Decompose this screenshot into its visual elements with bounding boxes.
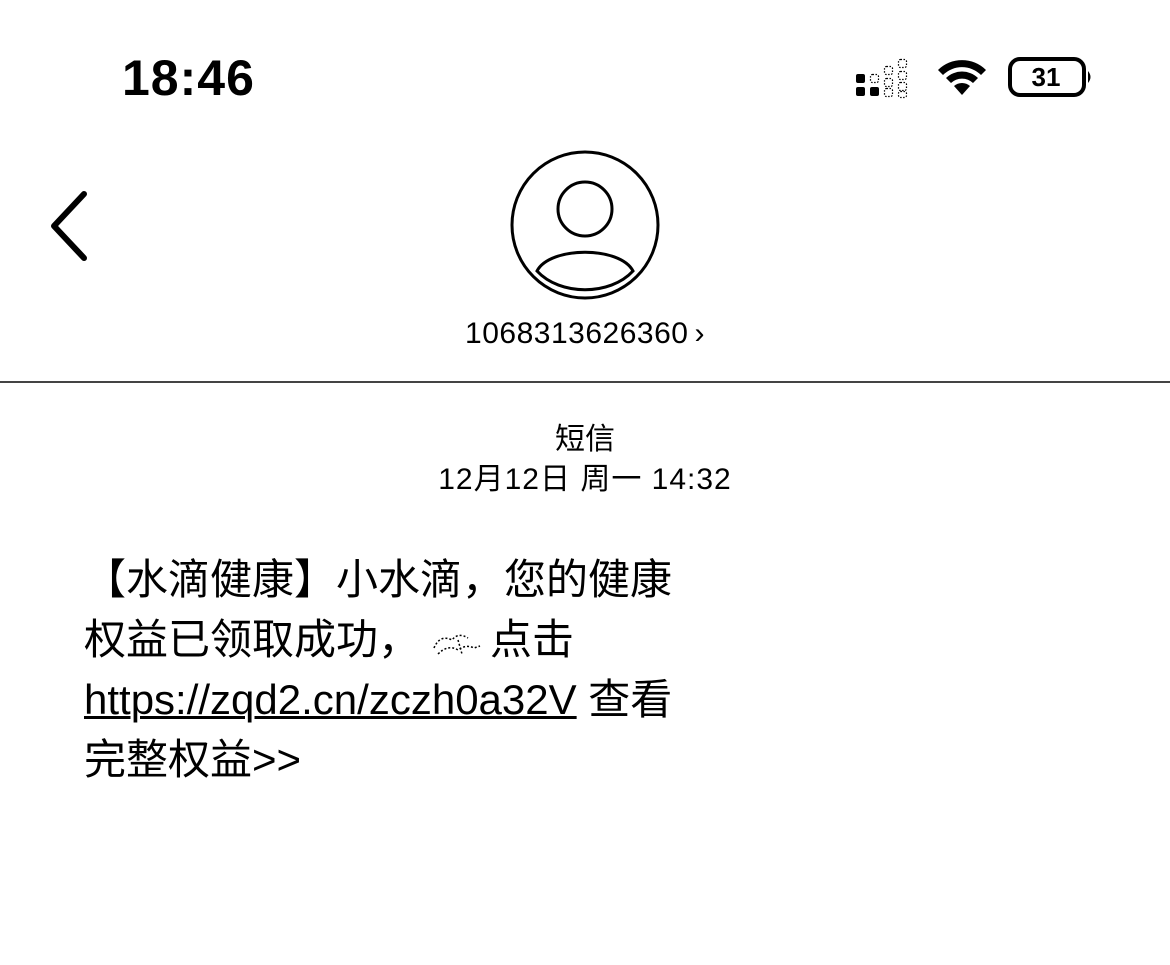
- message-text: 查看: [576, 676, 673, 723]
- message-line: 完整权益>>: [84, 736, 302, 783]
- cellular-signal-icon: [856, 58, 908, 99]
- message-timestamp: 12月12日 周一 14:32: [438, 463, 732, 496]
- sparkle-icon: [433, 634, 481, 655]
- message-line: https://zqd2.cn/zczh0a32V 查看: [84, 670, 844, 730]
- messages-screen: 18:46 31 1068313626360 › 短信 12月12日 周一 14…: [0, 0, 1170, 965]
- contact-number: 1068313626360: [465, 317, 689, 350]
- message-bubble[interactable]: 【水滴健康】小水滴，您的健康 权益已领取成功， 点击 https://zqd2.c…: [84, 550, 844, 790]
- person-avatar-icon[interactable]: [510, 150, 660, 300]
- chevron-left-icon: [51, 191, 87, 261]
- chevron-right-icon: ›: [694, 317, 705, 350]
- message-text: 权益已领取成功，: [84, 616, 421, 663]
- header-divider: [0, 381, 1170, 383]
- wifi-icon: [938, 60, 986, 95]
- message-text: 点击: [490, 616, 575, 663]
- back-button[interactable]: [40, 188, 100, 264]
- message-line: 权益已领取成功， 点击: [84, 610, 844, 670]
- service-label: 短信: [555, 423, 615, 456]
- status-icons: 31: [852, 56, 1098, 102]
- battery-level: 31: [1031, 62, 1061, 92]
- message-line: 【水滴健康】小水滴，您的健康: [84, 556, 673, 603]
- message-link[interactable]: https://zqd2.cn/zczh0a32V: [84, 676, 577, 723]
- contact-name-button[interactable]: 1068313626360 ›: [385, 314, 785, 354]
- status-time: 18:46: [122, 50, 255, 106]
